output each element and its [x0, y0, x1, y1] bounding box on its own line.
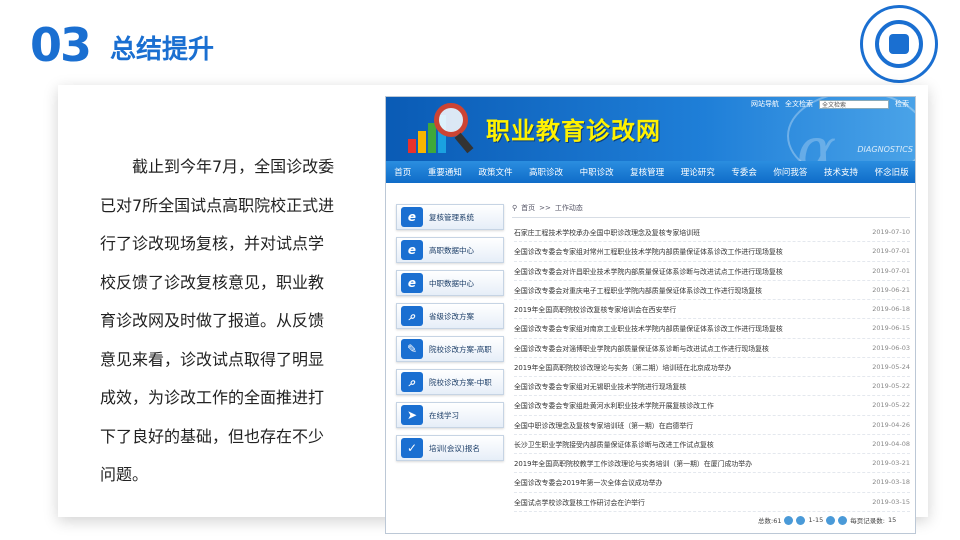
- search-button[interactable]: 检索: [895, 99, 909, 109]
- list-item[interactable]: 全国诊改专委会对淄博职业学院内部质量保证体系诊断与改进试点工作进行现场复核 201…: [514, 339, 910, 358]
- first-page-icon[interactable]: [784, 515, 794, 525]
- fulltext-search-link[interactable]: 全文检索: [785, 99, 813, 109]
- sidebar-item[interactable]: e 高职数据中心: [396, 237, 504, 263]
- site-title: 职业教育诊改网: [486, 117, 661, 145]
- e-icon: e: [401, 240, 423, 260]
- seal-emblem-icon: [875, 20, 923, 68]
- list-item[interactable]: 2019年全国高职院校教学工作诊改理论与实务培训（第一期）在厦门成功举办 2019…: [514, 454, 910, 474]
- sidebar-item[interactable]: ✎ 院校诊改方案-高职: [396, 336, 504, 362]
- banner-diagnostics-text: DIAGNOSTICS: [857, 145, 913, 154]
- e-icon: e: [401, 207, 423, 227]
- magnifier-logo-icon: [434, 103, 468, 137]
- top-links: 网站导航 全文检索 全文检索 检索: [751, 99, 909, 109]
- pagination: 总数:61 1-15 每页记录数: 15: [758, 515, 896, 525]
- main-nav: 首页 重要通知 政策文件 高职诊改 中职诊改 复核管理 理论研究 专委会 你问我…: [386, 161, 915, 183]
- sidebar-item[interactable]: ✓ 培训(会议)报名: [396, 435, 504, 461]
- news-list: 石家庄工程技术学校承办全国中职诊改理念及复核专家培训班 2019-07-10 全国…: [514, 223, 910, 512]
- list-item[interactable]: 全国诊改专委会对重庆电子工程职业学院内部质量保证体系诊改工作进行现场复核 2019…: [514, 281, 910, 300]
- sidebar-item[interactable]: ⌕ 省级诊改方案: [396, 303, 504, 329]
- site-nav-link[interactable]: 网站导航: [751, 99, 779, 109]
- nav-item[interactable]: 技术支持: [824, 166, 858, 178]
- nav-item[interactable]: 重要通知: [428, 166, 462, 178]
- breadcrumb-home[interactable]: 首页: [521, 203, 535, 213]
- list-item[interactable]: 石家庄工程技术学校承办全国中职诊改理念及复核专家培训班 2019-07-10: [514, 223, 910, 243]
- sidebar-item[interactable]: e 复核管理系统: [396, 204, 504, 230]
- breadcrumb-current: 工作动态: [554, 204, 583, 212]
- banner-alpha-decoration: α: [797, 115, 837, 161]
- nav-item[interactable]: 理论研究: [681, 166, 715, 178]
- list-item[interactable]: 全国试点学校诊改复核工作研讨会在沪举行 2019-03-15: [514, 493, 910, 512]
- list-item[interactable]: 全国诊改专委会专家组对南京工业职业技术学院内部质量保证体系诊改工作进行现场复核 2…: [514, 319, 910, 339]
- summary-paragraph: 截止到今年7月，全国诊改委已对7所全国试点高职院校正式进行了诊改现场复核，并对试…: [100, 157, 335, 484]
- user-check-icon: ✓: [401, 438, 423, 458]
- edit-icon: ✎: [401, 339, 423, 359]
- nav-item[interactable]: 首页: [394, 166, 411, 178]
- list-item[interactable]: 全国诊改专委会专家组赴黄河水利职业技术学院开展复核诊改工作 2019-05-22: [514, 396, 910, 416]
- list-item[interactable]: 全国诊改专委会2019年第一次全体会议成功举办 2019-03-18: [514, 473, 910, 493]
- e-icon: e: [401, 273, 423, 293]
- website-screenshot: α DIAGNOSTICS 职业教育诊改网 网站导航 全文检索 全文检索 检索 …: [385, 96, 916, 534]
- document-search-icon: ⌕: [401, 372, 423, 392]
- list-item[interactable]: 长沙卫生职业学院接受内部质量保证体系诊断与改进工作试点复核 2019-04-08: [514, 435, 910, 454]
- document-search-icon: ⌕: [401, 306, 423, 326]
- prev-page-icon[interactable]: [796, 515, 806, 525]
- list-item[interactable]: 全国诊改专委会专家组对常州工程职业技术学院内部质量保证体系诊改工作进行现场复核 2…: [514, 242, 910, 262]
- nav-item[interactable]: 怀念旧版: [875, 166, 909, 178]
- arrow-icon: ➤: [401, 405, 423, 425]
- divider: [512, 217, 910, 218]
- nav-item[interactable]: 专委会: [731, 166, 757, 178]
- sidebar-item[interactable]: ➤ 在线学习: [396, 402, 504, 428]
- sidebar-item[interactable]: ⌕ 院校诊改方案-中职: [396, 369, 504, 395]
- nav-item[interactable]: 政策文件: [478, 166, 512, 178]
- pager-per-page-select[interactable]: 15: [888, 516, 896, 524]
- sidebar: e 复核管理系统 e 高职数据中心 e 中职数据中心 ⌕ 省级诊改方案 ✎ 院校诊改方案-…: [396, 204, 504, 468]
- pager-total: 总数:61: [758, 517, 782, 525]
- list-item[interactable]: 2019年全国高职院校诊改理论与实务（第二期）培训班在北京成功举办 2019-05…: [514, 358, 910, 377]
- last-page-icon[interactable]: [838, 515, 848, 525]
- nav-item[interactable]: 复核管理: [630, 166, 664, 178]
- search-input[interactable]: 全文检索: [819, 99, 889, 109]
- site-banner: α DIAGNOSTICS 职业教育诊改网 网站导航 全文检索 全文检索 检索: [386, 97, 915, 161]
- pager-range: 1-15: [808, 516, 824, 524]
- section-number: 03: [30, 18, 92, 72]
- breadcrumb-separator: >>: [539, 204, 551, 212]
- university-seal-logo: [860, 5, 938, 83]
- list-item[interactable]: 全国中职诊改理念及复核专家培训班（第一期）在启德举行 2019-04-26: [514, 416, 910, 435]
- slide: 03 总结提升 截止到今年7月，全国诊改委已对7所全国试点高职院校正式进行了诊改…: [0, 0, 960, 540]
- list-item[interactable]: 2019年全国高职院校诊改复核专家培训会在西安举行 2019-06-18: [514, 300, 910, 320]
- section-title: 总结提升: [110, 35, 215, 65]
- next-page-icon[interactable]: [826, 515, 836, 525]
- list-item[interactable]: 全国诊改专委会对许昌职业技术学院内部质量保证体系诊断与改进试点工作进行现场复核 2…: [514, 262, 910, 281]
- nav-item[interactable]: 高职诊改: [529, 166, 563, 178]
- breadcrumb: ⚲ 首页 >> 工作动态: [512, 203, 583, 213]
- nav-item[interactable]: 中职诊改: [580, 166, 614, 178]
- location-icon: ⚲: [512, 204, 518, 212]
- pager-per-page-label: 每页记录数:: [850, 517, 885, 525]
- sidebar-item[interactable]: e 中职数据中心: [396, 270, 504, 296]
- nav-item[interactable]: 你问我答: [773, 166, 807, 178]
- list-item[interactable]: 全国诊改专委会专家组对无锡职业技术学院进行现场复核 2019-05-22: [514, 377, 910, 397]
